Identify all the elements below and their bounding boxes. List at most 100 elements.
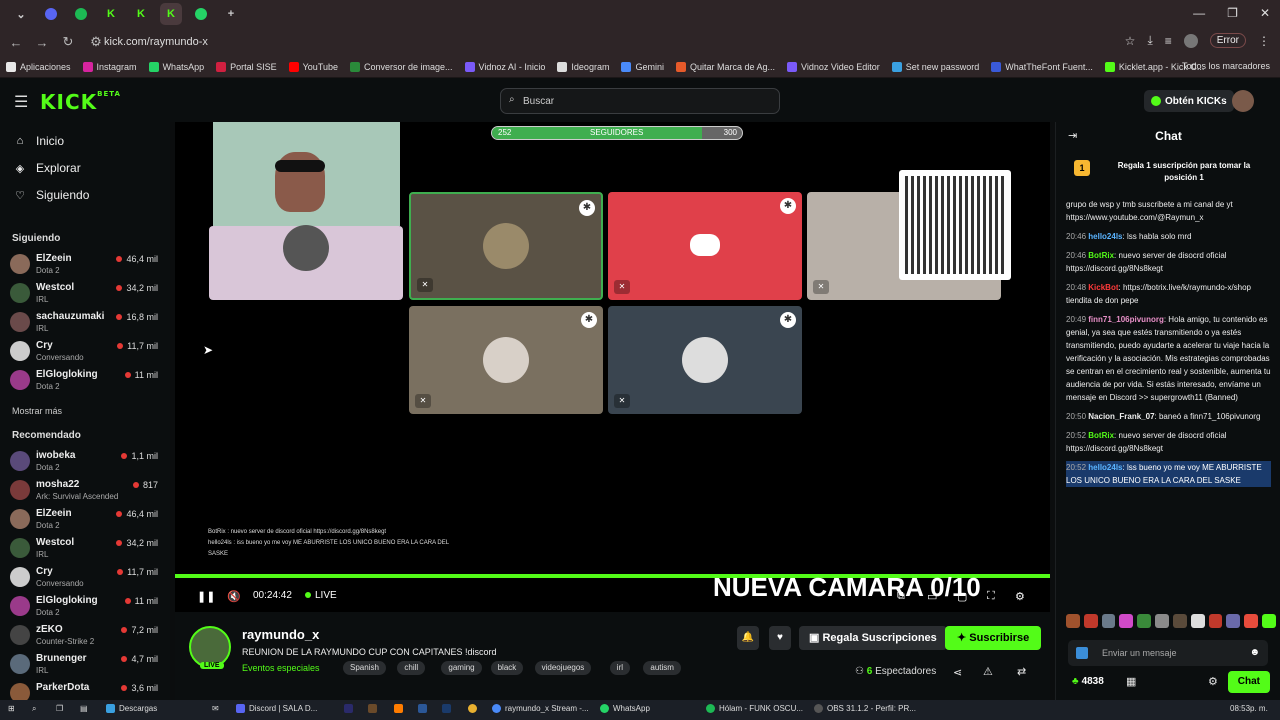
mute-icon[interactable]: 🔇	[227, 590, 241, 603]
gift-subs-button[interactable]: ▣ Regala Suscripciones	[799, 626, 947, 650]
search-input[interactable]: ⌕ Buscar	[500, 88, 780, 114]
message-username[interactable]: KickBot	[1088, 283, 1118, 292]
browser-menu-icon[interactable]: ⋮	[1258, 34, 1270, 48]
settings-icon[interactable]: ✱	[780, 198, 796, 214]
fullscreen-icon[interactable]: ⛶	[987, 590, 995, 603]
channel-name[interactable]: raymundo_x	[242, 627, 319, 642]
minimize-icon[interactable]: —	[1193, 6, 1205, 20]
close-icon[interactable]: ✕	[1260, 6, 1270, 20]
emote-icon[interactable]	[1190, 614, 1205, 628]
emote-icon[interactable]	[1066, 614, 1080, 628]
channel-list-item[interactable]: Brunenger IRL 4,7 mil	[10, 651, 160, 679]
bookmark-item[interactable]: YouTube	[288, 61, 338, 72]
mail-icon[interactable]: ✉	[212, 704, 219, 713]
sidebar-item-explorar[interactable]: ◈ Explorar	[12, 161, 81, 175]
channel-list-item[interactable]: iwobeka Dota 2 1,1 mil	[10, 448, 160, 476]
message-username[interactable]: finn71_106pivunorg	[1088, 315, 1164, 324]
settings-gear-icon[interactable]: ⚙	[1015, 590, 1025, 603]
premiere-icon[interactable]	[344, 704, 357, 713]
channel-list-item[interactable]: Cry Conversando 11,7 mil	[10, 564, 160, 592]
error-button[interactable]: Error	[1209, 33, 1246, 48]
get-kicks-button[interactable]: Obtén KICKs	[1144, 90, 1234, 112]
bookmark-item[interactable]: Vidnoz Video Editor	[787, 61, 880, 72]
channel-points[interactable]: ♣ 4838	[1072, 676, 1104, 687]
emote-icon[interactable]	[1244, 614, 1259, 628]
message-username[interactable]: Nacion_Frank_07	[1088, 412, 1154, 421]
bookmark-item[interactable]: WhatTheFont Fuent...	[991, 61, 1093, 72]
new-tab-icon[interactable]: +	[220, 3, 242, 25]
pause-icon[interactable]: ❚❚	[197, 590, 215, 603]
emote-icon[interactable]	[1155, 614, 1169, 628]
bookmark-item[interactable]: Set new password	[891, 61, 979, 72]
channel-list-item[interactable]: ElGlogloking Dota 2 11 mil	[10, 593, 160, 621]
settings-icon[interactable]: ✱	[581, 312, 597, 328]
tab-discord-icon[interactable]	[40, 3, 62, 25]
tab-kick-icon[interactable]: K	[130, 3, 152, 25]
bookmark-item[interactable]: Conversor de image...	[350, 61, 453, 72]
emote-icon[interactable]	[1262, 614, 1276, 628]
taskbar-item-kick[interactable]: raymundo_x Stream -...	[492, 704, 589, 713]
tab-kick-active-icon[interactable]: K	[160, 3, 182, 25]
tab-menu-icon[interactable]: ⌄	[10, 3, 32, 25]
settings-icon[interactable]: ✱	[780, 312, 796, 328]
video-player[interactable]: 252 SEGUIDORES 300 ✱ ✕ ✱ ✕ ✕ ✱ ✕ ✱ ✕ ➤ B…	[175, 122, 1050, 612]
pinned-gift-banner[interactable]: 1 Regala 1 suscripción para tomar la pos…	[1064, 154, 1274, 192]
message-username[interactable]: hello24ls	[1088, 232, 1122, 241]
tab-spotify-icon[interactable]	[70, 3, 92, 25]
channel-list-item[interactable]: Westcol IRL 34,2 mil	[10, 280, 160, 308]
tag-chip[interactable]: gaming	[441, 661, 482, 675]
illustrator-icon[interactable]	[394, 704, 407, 713]
all-bookmarks-button[interactable]: Todos los marcadores	[1182, 61, 1270, 71]
settings-icon[interactable]: ✱	[579, 200, 595, 216]
taskbar-item-discord[interactable]: Discord | SALA D...	[236, 704, 317, 713]
user-avatar[interactable]	[1232, 90, 1254, 112]
channel-list-item[interactable]: sachauzumaki IRL 16,8 mil	[10, 309, 160, 337]
bookmark-item[interactable]: Aplicaciones	[6, 61, 71, 72]
subscribe-button[interactable]: ✦ Suscribirse	[945, 626, 1042, 650]
emote-icon[interactable]	[1119, 614, 1134, 628]
notification-bell-icon[interactable]: 🔔	[737, 626, 759, 650]
message-username[interactable]: hello24ls	[1088, 463, 1122, 472]
share-icon[interactable]: ⋖	[953, 666, 962, 679]
tag-chip[interactable]: irl	[609, 661, 631, 675]
taskbar-item-whatsapp[interactable]: WhatsApp	[600, 704, 650, 713]
reload-icon[interactable]: ↻	[58, 34, 78, 50]
url-field[interactable]: kick.com/raymundo-x	[104, 36, 208, 48]
bookmark-item[interactable]: Quitar Marca de Ag...	[675, 61, 775, 72]
tag-chip[interactable]: chill	[397, 661, 426, 675]
show-more-link[interactable]: Mostrar más	[12, 406, 62, 416]
emoji-icon[interactable]: ☻	[1249, 640, 1260, 666]
channel-list-item[interactable]: mosha22 Ark: Survival Ascended 817	[10, 477, 160, 505]
chat-input[interactable]: Enviar un mensaje ☻	[1068, 640, 1268, 666]
photoshop-icon[interactable]	[442, 704, 455, 713]
emote-icon[interactable]	[1226, 614, 1241, 628]
send-chat-button[interactable]: Chat	[1227, 671, 1270, 693]
bookmark-item[interactable]: Ideogram	[557, 61, 609, 72]
app-icon-2[interactable]	[368, 704, 381, 713]
back-icon[interactable]: ←	[6, 35, 26, 50]
bookmark-star-icon[interactable]: ☆	[1125, 34, 1136, 48]
channel-list-item[interactable]: ParkerDota 3,6 mil	[10, 680, 160, 700]
emote-icon[interactable]	[1101, 614, 1116, 628]
follow-heart-icon[interactable]: ♥	[769, 626, 791, 650]
word-icon[interactable]	[418, 704, 431, 713]
bookmark-item[interactable]: Instagram	[82, 61, 137, 72]
bookmark-item[interactable]: WhatsApp	[148, 61, 204, 72]
clip-icon[interactable]: ⧉	[897, 590, 905, 603]
stream-category[interactable]: Eventos especiales	[242, 663, 320, 673]
channel-list-item[interactable]: zEKO Counter-Strike 2 7,2 mil	[10, 622, 160, 650]
tag-chip[interactable]: Spanish	[343, 661, 386, 675]
sidebar-item-inicio[interactable]: ⌂ Inicio	[12, 134, 64, 148]
miniplayer-icon[interactable]: ▭	[927, 590, 937, 603]
tag-chip[interactable]: videojuegos	[534, 661, 592, 675]
bookmark-item[interactable]: Vidnoz AI - Inicio	[464, 61, 545, 72]
profile-icon[interactable]	[1183, 33, 1198, 48]
taskbar-item-downloads[interactable]: Descargas	[106, 704, 157, 713]
emote-icon[interactable]	[1208, 614, 1223, 628]
emote-icon[interactable]	[1083, 614, 1098, 628]
hamburger-menu-icon[interactable]: ☰	[14, 92, 28, 112]
channel-list-item[interactable]: Westcol IRL 34,2 mil	[10, 535, 160, 563]
start-icon[interactable]: ⊞	[8, 704, 15, 713]
forward-icon[interactable]: →	[32, 35, 52, 50]
channel-list-item[interactable]: Cry Conversando 11,7 mil	[10, 338, 160, 366]
